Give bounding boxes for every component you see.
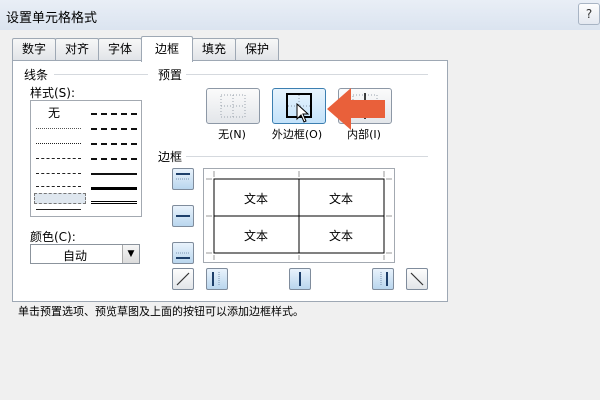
presets-divider [186,74,428,75]
border-left-button[interactable] [206,268,228,290]
line-style-dashed[interactable] [36,186,81,187]
border-diagonal-down-button[interactable] [406,268,428,290]
line-style-double[interactable] [91,201,137,204]
border-inside-vertical-icon [299,272,301,286]
line-style-dash-dot[interactable] [36,173,81,174]
tab-number[interactable]: 数字 [12,38,56,60]
tab-border[interactable]: 边框 [141,36,193,62]
color-value: 自动 [63,249,88,263]
tab-alignment[interactable]: 对齐 [55,38,99,60]
line-group-divider [54,74,148,75]
line-style-medium-dash-dot-dot[interactable] [91,113,137,115]
line-style-medium-dash-dot[interactable] [91,143,137,145]
line-style-slant-dash-dot[interactable] [91,128,137,130]
tab-fill[interactable]: 填充 [192,38,236,60]
border-preview[interactable]: 文本 文本 文本 文本 [203,168,395,263]
border-inside-horizontal-icon [176,215,190,217]
preset-outline-label: 外边框(O) [271,128,323,141]
preset-none-label: 无(N) [218,128,246,141]
preview-cell-text: 文本 [328,229,353,243]
mouse-cursor-icon [296,103,310,123]
line-style-thick[interactable] [91,187,137,190]
line-style-thin[interactable] [36,209,81,210]
line-style-dotted[interactable] [36,143,81,144]
border-right-button[interactable] [372,268,394,290]
preview-cell-text: 文本 [328,192,353,206]
diagonal-up-icon [176,272,190,286]
border-divider [186,156,428,157]
style-label: 样式(S): [30,86,76,100]
border-inside-horizontal-button[interactable] [172,205,194,227]
border-top-icon [176,173,190,180]
help-button[interactable]: ? [578,3,600,25]
preset-none-icon [220,94,246,118]
tab-protection[interactable]: 保护 [235,38,279,60]
tab-font[interactable]: 字体 [98,38,142,60]
arrow-annotation-icon [327,88,385,130]
preset-none-button[interactable] [206,88,260,124]
border-left-icon [212,272,220,286]
line-style-hairline-dotted[interactable] [36,128,81,129]
hint-text: 单击预置选项、预览草图及上面的按钮可以添加边框样式。 [18,305,304,318]
line-style-dash-dot-dot[interactable] [36,158,81,159]
line-style-list[interactable]: 无 [30,100,142,217]
color-label: 颜色(C): [30,230,76,244]
line-style-thin-selected[interactable] [34,193,86,204]
border-group-label: 边框 [158,150,183,164]
border-bottom-icon [176,252,190,259]
title-bar: 设置单元格格式 ? [0,0,600,31]
preview-cell-text: 文本 [243,192,268,206]
preview-grid [206,171,392,260]
line-style-medium[interactable] [91,173,137,175]
chevron-down-icon[interactable]: ▼ [122,245,139,263]
border-right-icon [380,272,388,286]
line-group-label: 线条 [24,68,49,82]
dialog-title: 设置单元格格式 [6,11,98,26]
diagonal-down-icon [410,272,424,286]
border-inside-vertical-button[interactable] [289,268,311,290]
preview-cell-text: 文本 [243,229,268,243]
line-style-none[interactable]: 无 [48,104,60,121]
border-diagonal-up-button[interactable] [172,268,194,290]
border-top-button[interactable] [172,168,194,190]
color-select[interactable]: 自动 ▼ [30,244,140,264]
line-style-medium-dashed[interactable] [91,158,137,160]
presets-group-label: 预置 [158,68,183,82]
border-bottom-button[interactable] [172,242,194,264]
